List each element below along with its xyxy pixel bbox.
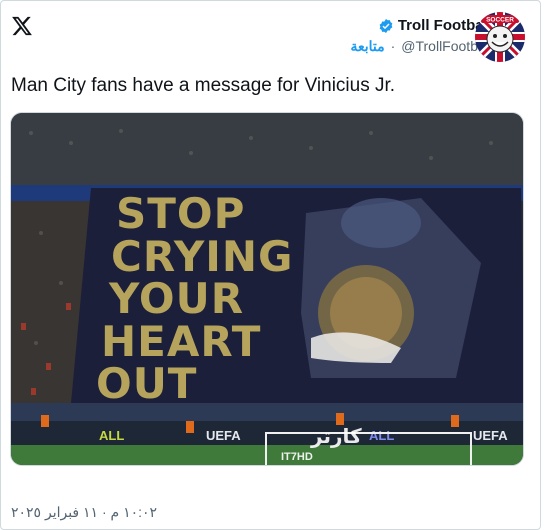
media-image[interactable]: STOP CRYING YOUR HEART OUT ALL UEFA ALL … [10, 112, 524, 466]
follow-button[interactable]: متابعة [350, 38, 384, 55]
avatar[interactable]: SOCCER [475, 12, 525, 62]
ad-board-1: ALL [99, 428, 124, 443]
post-timestamp[interactable]: ١٠:٠٢ م · ١١ فبراير ٢٠٢٥ [11, 504, 157, 521]
watermark-text: كارتر [310, 424, 362, 448]
watermark-sub: IT7HD [281, 451, 313, 463]
banner-line-3: YOUR [108, 274, 244, 323]
avatar-text: SOCCER [486, 17, 514, 24]
avatar-image: SOCCER [475, 12, 525, 62]
tweet-card: Troll Football متابعة · @TrollFootball S… [0, 0, 541, 530]
tweet-text: Man City fans have a message for Viniciu… [11, 75, 396, 96]
x-logo-icon[interactable] [11, 15, 33, 37]
dot-separator: · [390, 38, 396, 54]
stadium-photo: STOP CRYING YOUR HEART OUT ALL UEFA ALL … [11, 113, 523, 465]
ad-board-4: UEFA [473, 428, 508, 443]
verified-badge-icon [379, 18, 393, 33]
ad-board-3: ALL [369, 428, 394, 443]
banner-line-5: OUT [96, 359, 197, 408]
post-header: Troll Football متابعة · @TrollFootball [350, 17, 492, 55]
banner-line-1: STOP [116, 189, 245, 238]
ad-board-2: UEFA [206, 428, 241, 443]
